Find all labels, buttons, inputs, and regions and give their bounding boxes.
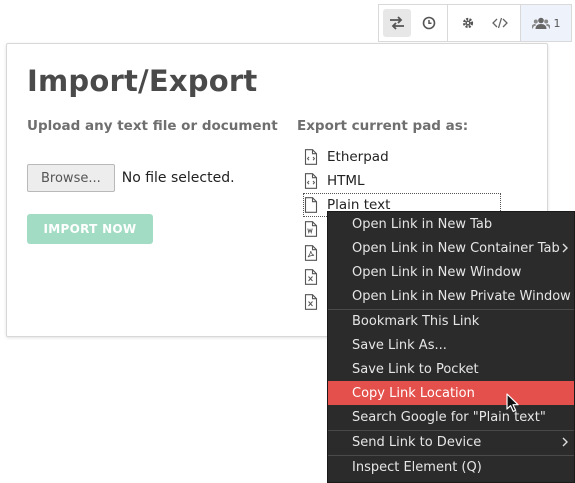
code-icon <box>492 17 508 29</box>
export-etherpad-link[interactable]: Etherpad <box>304 146 389 168</box>
users-button[interactable]: 1 <box>521 4 572 42</box>
file-status: No file selected. <box>121 170 235 186</box>
menu-save-link-as[interactable]: Save Link As... <box>328 333 574 357</box>
menu-item-label: Save Link to Pocket <box>352 361 479 377</box>
export-label: HTML <box>327 173 365 189</box>
menu-item-label: Open Link in New Private Window <box>352 288 571 304</box>
menu-search-google[interactable]: Search Google for "Plain text" <box>328 405 574 429</box>
link-context-menu: Open Link in New Tab Open Link in New Co… <box>327 211 575 483</box>
menu-item-label: Open Link in New Tab <box>352 216 493 232</box>
menu-item-label: Save Link As... <box>352 337 447 353</box>
file-word-icon <box>304 221 318 237</box>
file-input[interactable]: Browse... No file selected. <box>27 164 235 192</box>
import-export-button[interactable] <box>383 9 411 37</box>
menu-item-label: Inspect Element (Q) <box>352 459 482 475</box>
toolbar-group-history <box>378 4 448 42</box>
menu-bookmark-link[interactable]: Bookmark This Link <box>328 309 574 333</box>
mouse-cursor-icon <box>506 393 520 413</box>
export-heading: Export current pad as: <box>297 118 469 134</box>
menu-open-container-tab[interactable]: Open Link in New Container Tab <box>328 236 574 260</box>
pad-toolbar: 1 <box>378 4 572 42</box>
file-code-icon <box>304 173 318 189</box>
export-odt-link[interactable] <box>304 266 327 288</box>
menu-item-label: Bookmark This Link <box>352 313 480 329</box>
menu-item-label: Send Link to Device <box>352 434 482 450</box>
menu-item-label: Open Link in New Container Tab <box>352 240 560 256</box>
upload-heading: Upload any text file or document <box>27 118 278 134</box>
file-excel-icon <box>304 294 318 310</box>
menu-copy-link-location[interactable]: Copy Link Location <box>328 381 574 405</box>
users-icon <box>531 17 550 30</box>
submenu-arrow-icon <box>562 437 568 447</box>
menu-item-label: Open Link in New Window <box>352 264 522 280</box>
menu-open-new-window[interactable]: Open Link in New Window <box>328 260 574 284</box>
settings-button[interactable] <box>454 9 482 37</box>
import-now-button[interactable]: IMPORT NOW <box>27 214 153 244</box>
menu-open-private-window[interactable]: Open Link in New Private Window <box>328 284 574 308</box>
menu-inspect-element[interactable]: Inspect Element (Q) <box>328 455 574 479</box>
page-title: Import/Export <box>27 64 258 98</box>
switch-arrows-icon <box>389 16 405 30</box>
menu-save-to-pocket[interactable]: Save Link to Pocket <box>328 357 574 381</box>
embed-button[interactable] <box>486 9 514 37</box>
file-text-icon <box>304 197 318 213</box>
clock-icon <box>422 16 436 30</box>
export-word-link[interactable] <box>304 218 327 240</box>
user-count: 1 <box>553 16 561 30</box>
timeslider-button[interactable] <box>415 9 443 37</box>
file-code-icon <box>304 149 318 165</box>
browse-button[interactable]: Browse... <box>27 164 115 192</box>
export-label: Etherpad <box>327 149 389 165</box>
menu-send-to-device[interactable]: Send Link to Device <box>328 430 574 454</box>
menu-open-new-tab[interactable]: Open Link in New Tab <box>328 212 574 236</box>
gear-icon <box>461 16 475 30</box>
submenu-arrow-icon <box>562 243 568 253</box>
menu-item-label: Copy Link Location <box>352 385 475 401</box>
export-html-link[interactable]: HTML <box>304 170 365 192</box>
export-pdf-link[interactable] <box>304 242 327 264</box>
file-pdf-icon <box>304 245 318 261</box>
file-excel-icon <box>304 269 318 285</box>
toolbar-group-settings <box>448 4 521 42</box>
